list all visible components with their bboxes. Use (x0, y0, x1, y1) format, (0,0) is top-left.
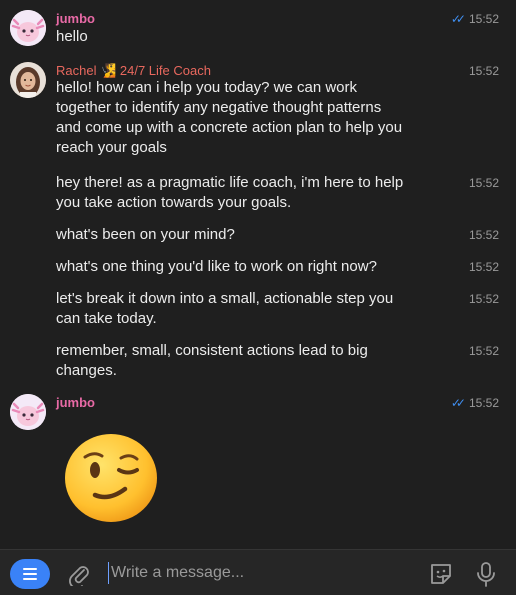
sender-name[interactable]: jumbo (56, 11, 95, 27)
winking-face-icon (65, 434, 157, 522)
chat-history: jumbo hello ✓✓ 15:52 Rachel 🧏 24/7 Life … (0, 0, 516, 550)
message-text: hello! how can i help you today? we can … (56, 78, 446, 158)
message-line: you take action towards your goals. (56, 194, 292, 211)
microphone-icon (477, 562, 495, 587)
message-time: 15:52 (468, 64, 499, 78)
message-line: and come up with a concrete action plan … (56, 119, 403, 136)
message-text: what's one thing you'd like to work on r… (56, 258, 377, 275)
attach-button[interactable] (68, 562, 90, 590)
timestamp: 15:52 (468, 396, 499, 410)
message-line: let's break it down into a small, action… (56, 290, 394, 307)
menu-icon (23, 568, 37, 570)
message-line: remember, small, consistent actions lead… (56, 342, 368, 359)
message-time: 15:52 (468, 292, 499, 306)
message-time: ✓✓ 15:52 (451, 11, 499, 27)
message-text: hey there! as a pragmatic life coach, i'… (56, 173, 456, 213)
message-time: 15:52 (468, 344, 499, 358)
sender-name[interactable]: Rachel 🧏 24/7 Life Coach (56, 63, 211, 79)
message-line: together to identify any negative though… (56, 99, 382, 116)
message-line: hey there! as a pragmatic life coach, i'… (56, 174, 404, 191)
message-line: reach your goals (56, 139, 167, 156)
avatar[interactable] (10, 10, 46, 46)
message-text: hello (56, 28, 88, 45)
message-line: hello! how can i help you today? we can … (56, 79, 358, 96)
message-text: what's been on your mind? (56, 226, 235, 243)
message-line: changes. (56, 362, 117, 379)
read-checkmarks-icon: ✓✓ (450, 12, 466, 26)
winking-face-sticker[interactable] (63, 432, 159, 528)
message-time: 15:52 (468, 228, 499, 242)
sticker-button[interactable] (428, 561, 454, 591)
paperclip-icon (69, 566, 89, 589)
axolotl-avatar-icon (10, 394, 46, 430)
message-time: ✓✓ 15:52 (451, 395, 499, 411)
message-text: let's break it down into a small, action… (56, 289, 446, 329)
avatar[interactable] (10, 62, 46, 98)
read-checkmarks-icon: ✓✓ (450, 396, 466, 410)
profile-photo-icon (10, 62, 46, 98)
message-text: remember, small, consistent actions lead… (56, 341, 446, 381)
message-line: can take today. (56, 310, 157, 327)
message-composer (0, 549, 516, 595)
axolotl-avatar-icon (10, 10, 46, 46)
message-input[interactable] (108, 562, 411, 584)
menu-button[interactable] (10, 559, 50, 589)
timestamp: 15:52 (468, 12, 499, 26)
message-time: 15:52 (468, 260, 499, 274)
voice-message-button[interactable] (475, 561, 497, 591)
sticker-icon (431, 564, 451, 584)
avatar[interactable] (10, 394, 46, 430)
message-time: 15:52 (468, 176, 499, 190)
sender-name[interactable]: jumbo (56, 395, 95, 411)
